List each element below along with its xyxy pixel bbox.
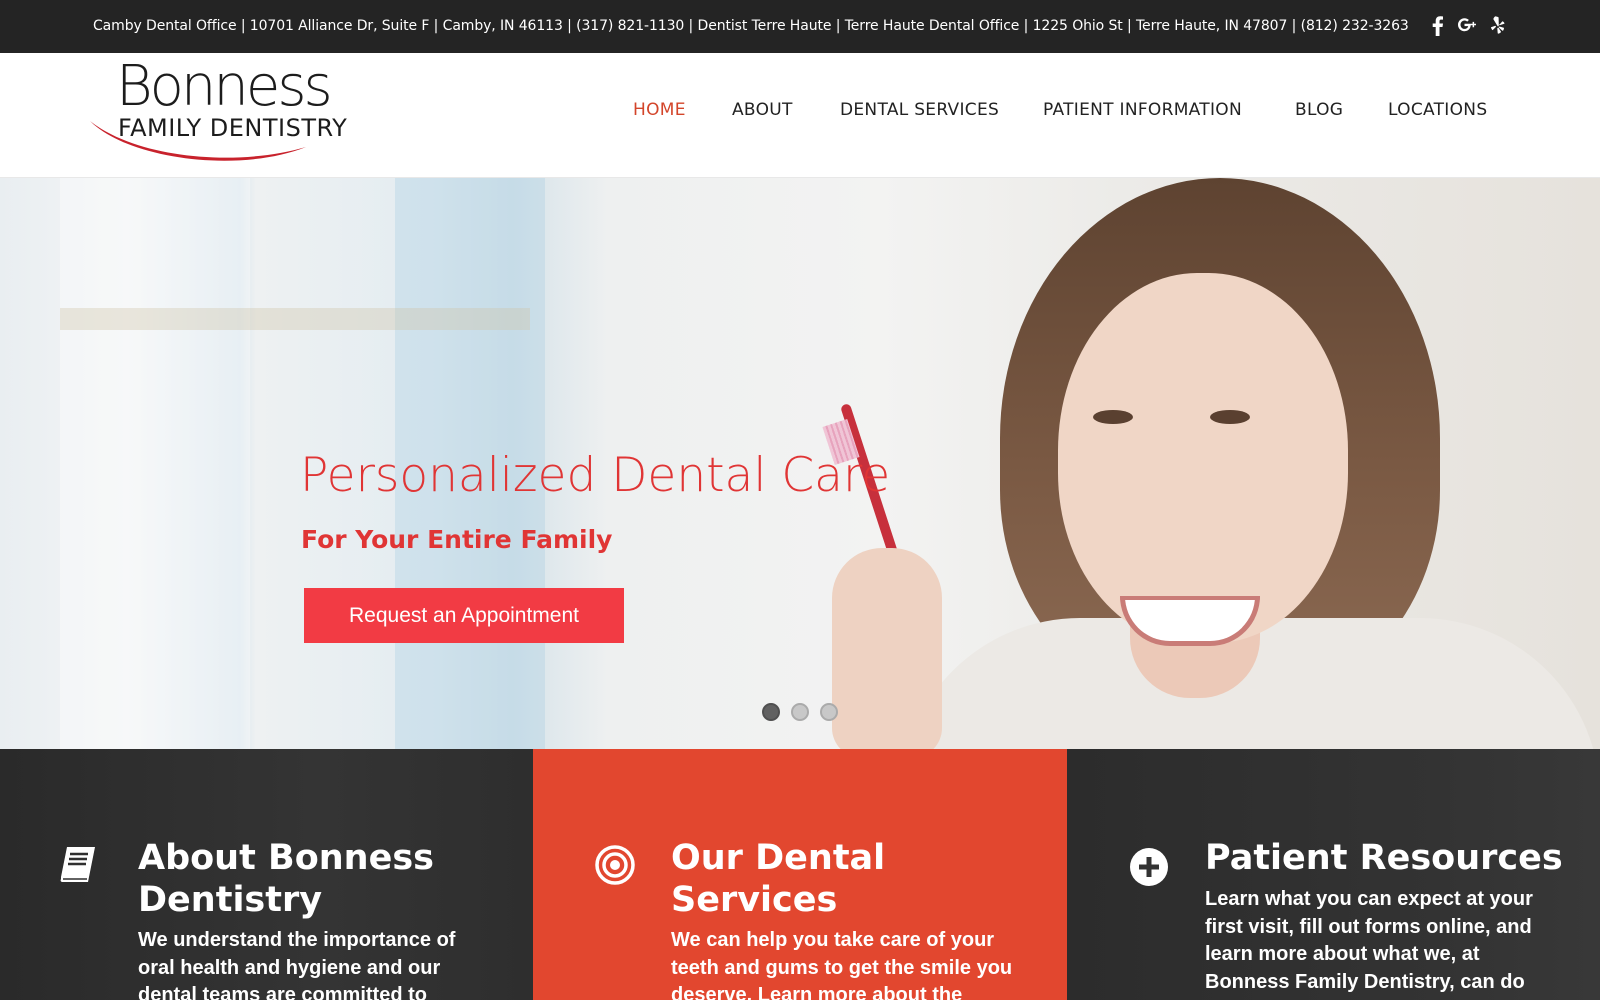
- office-contact-info: Camby Dental Office | 10701 Alliance Dr,…: [93, 18, 1409, 34]
- request-appointment-button[interactable]: Request an Appointment: [304, 588, 624, 643]
- nav-blog[interactable]: BLOG: [1295, 100, 1343, 120]
- dental-services-panel-text: We can help you take care of your teeth …: [671, 929, 1013, 1000]
- feature-panels: About Bonness Dentistry We understand th…: [0, 749, 1600, 1000]
- hero-subheadline: For Your Entire Family: [301, 525, 613, 554]
- hero-photo-eye: [1210, 410, 1250, 424]
- patient-resources-panel-title: Patient Resources: [1205, 838, 1563, 878]
- main-navigation: HOME ABOUT DENTAL SERVICES PATIENT INFOR…: [0, 100, 1600, 130]
- nav-locations[interactable]: LOCATIONS: [1388, 100, 1487, 120]
- hero-photo-face: [1058, 273, 1348, 643]
- nav-about[interactable]: ABOUT: [732, 100, 793, 120]
- plus-circle-icon: [1127, 845, 1171, 889]
- nav-dental-services[interactable]: DENTAL SERVICES: [840, 100, 999, 120]
- slide-dot-3[interactable]: [820, 703, 838, 721]
- dental-services-panel-title: Our Dental Services: [671, 838, 886, 920]
- about-panel-text: We understand the importance of oral hea…: [138, 929, 456, 1000]
- patient-resources-panel[interactable]: Patient Resources Learn what you can exp…: [1067, 749, 1600, 1000]
- slide-dot-2[interactable]: [791, 703, 809, 721]
- top-info-bar: Camby Dental Office | 10701 Alliance Dr,…: [0, 0, 1600, 53]
- nav-patient-information[interactable]: PATIENT INFORMATION: [1043, 100, 1242, 120]
- book-icon: [57, 843, 101, 887]
- patient-resources-panel-text: Learn what you can expect at your first …: [1205, 888, 1533, 1000]
- hero-headline: Personalized Dental Care: [300, 448, 891, 503]
- hero-photo-eye: [1093, 410, 1133, 424]
- hero-photo-hand: [832, 548, 942, 749]
- target-icon: [593, 843, 637, 887]
- slide-dot-1[interactable]: [762, 703, 780, 721]
- dental-services-panel[interactable]: Our Dental Services We can help you take…: [533, 749, 1067, 1000]
- google-plus-icon[interactable]: [1457, 15, 1477, 37]
- site-header: Bonness FAMILY DENTISTRY HOME ABOUT DENT…: [0, 53, 1600, 178]
- hero-slider: Personalized Dental Care For Your Entire…: [0, 178, 1600, 749]
- hero-background-window: [60, 178, 250, 749]
- hero-background-shelf: [60, 308, 530, 330]
- about-panel[interactable]: About Bonness Dentistry We understand th…: [0, 749, 533, 1000]
- yelp-icon[interactable]: [1487, 15, 1507, 37]
- nav-home[interactable]: HOME: [633, 100, 686, 120]
- about-panel-title: About Bonness Dentistry: [138, 838, 434, 920]
- facebook-icon[interactable]: [1428, 15, 1448, 37]
